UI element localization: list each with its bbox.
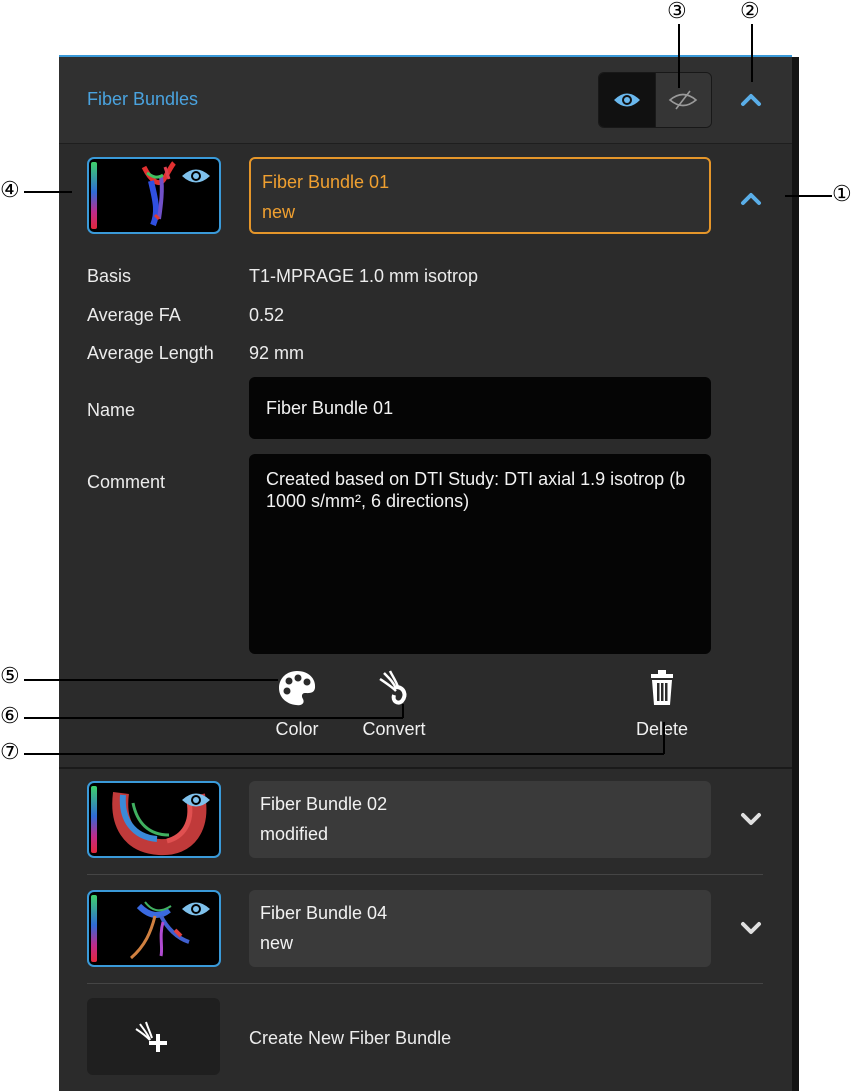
delete-label: Delete <box>635 719 689 739</box>
name-input[interactable]: Fiber Bundle 01 <box>249 377 711 439</box>
color-label: Color <box>275 719 319 739</box>
callout-1: ① <box>832 182 852 207</box>
chevron-up-icon <box>741 94 761 106</box>
callout-2-line <box>751 24 753 82</box>
bundle-thumbnail-04[interactable] <box>87 890 221 967</box>
callout-6-line <box>24 717 403 719</box>
hide-all-button[interactable] <box>654 73 711 127</box>
eye-icon <box>182 169 210 183</box>
create-fiber-bundle-label[interactable]: Create New Fiber Bundle <box>249 1028 451 1049</box>
eye-slash-icon <box>669 90 698 110</box>
bundle-header-02[interactable]: Fiber Bundle 02 modified <box>249 781 711 858</box>
callout-7: ⑦ <box>0 740 20 765</box>
callout-6: ⑥ <box>0 704 20 729</box>
chevron-up-icon <box>741 193 761 205</box>
callout-7-line <box>24 753 664 755</box>
delete-button[interactable]: Delete <box>627 669 697 740</box>
panel-scrollbar-track <box>792 57 799 1091</box>
bundle-status: new <box>260 933 294 953</box>
callout-2: ② <box>740 0 760 24</box>
callout-4-line <box>24 191 72 193</box>
callout-3-line <box>678 24 680 88</box>
active-bundle-header[interactable]: Fiber Bundle 01 new <box>249 157 711 234</box>
section-divider <box>59 767 792 769</box>
convert-button[interactable]: Convert <box>355 669 433 740</box>
detail-label-basis: Basis <box>87 266 132 286</box>
collapse-bundle-button[interactable] <box>736 184 766 214</box>
comment-textarea[interactable]: Created based on DTI Study: DTI axial 1.… <box>249 454 711 654</box>
eye-icon <box>182 793 210 807</box>
callout-3: ③ <box>667 0 687 24</box>
panel-header: Fiber Bundles <box>59 57 792 144</box>
bundle-name: Fiber Bundle 01 <box>262 172 390 192</box>
panel-title: Fiber Bundles <box>87 89 199 109</box>
chevron-down-icon <box>741 922 761 934</box>
bundle-status: modified <box>260 824 329 844</box>
detail-value-basis: T1-MPRAGE 1.0 mm isotrop <box>249 266 479 286</box>
row-divider <box>87 874 763 875</box>
expand-bundle-02-button[interactable] <box>736 804 766 834</box>
callout-7-line-vertical <box>663 722 665 754</box>
bundle-thumbnail-01[interactable] <box>87 157 221 234</box>
callout-1-line <box>785 195 832 197</box>
create-fiber-bundle-button[interactable] <box>87 998 220 1075</box>
comment-label: Comment <box>87 472 166 492</box>
callout-5-line <box>24 679 278 681</box>
visibility-toggle <box>598 72 712 128</box>
bundle-name: Fiber Bundle 04 <box>260 903 388 923</box>
bundle-status: new <box>262 202 296 222</box>
detail-label-average-fa: Average FA <box>87 305 181 325</box>
bundle-header-04[interactable]: Fiber Bundle 04 new <box>249 890 711 967</box>
name-label: Name <box>87 400 136 420</box>
eye-icon <box>613 93 640 107</box>
trash-icon <box>651 670 673 705</box>
callout-6-line-vertical <box>402 704 404 718</box>
collapse-panel-button[interactable] <box>736 85 766 115</box>
chevron-down-icon <box>741 813 761 825</box>
convert-label: Convert <box>362 719 426 739</box>
callout-5: ⑤ <box>0 664 20 689</box>
eye-icon <box>182 902 210 916</box>
bundle-thumbnail-02[interactable] <box>87 781 221 858</box>
bundle-name: Fiber Bundle 02 <box>260 794 388 814</box>
stage: Fiber Bundles Fiber Bundle 01 new Basis … <box>0 0 859 1091</box>
expand-bundle-04-button[interactable] <box>736 913 766 943</box>
fiber-bundles-panel: Fiber Bundles Fiber Bundle 01 new Basis … <box>59 55 792 1091</box>
detail-value-average-fa: 0.52 <box>249 305 285 325</box>
detail-label-average-length: Average Length <box>87 343 214 363</box>
convert-fiber-icon <box>379 670 407 705</box>
show-all-button[interactable] <box>599 73 655 127</box>
callout-4: ④ <box>0 178 20 203</box>
add-fiber-icon <box>134 1021 167 1052</box>
detail-value-average-length: 92 mm <box>249 343 305 363</box>
palette-icon <box>279 671 316 706</box>
row-divider <box>87 983 763 984</box>
